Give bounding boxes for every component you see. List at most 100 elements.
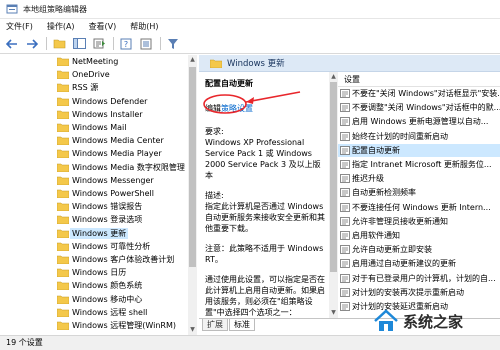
setting-row[interactable]: 配置自动更新 — [338, 143, 500, 157]
policy-setting-icon — [340, 103, 350, 113]
tree-item[interactable]: Windows 错误报告 — [0, 200, 196, 213]
setting-row[interactable]: 启用软件通知 — [338, 229, 500, 242]
tree-item[interactable]: Windows 日历 — [0, 266, 196, 279]
tree-item[interactable]: Windows 移动中心 — [0, 293, 196, 306]
settings-column-header[interactable]: 设置 — [338, 72, 500, 87]
menu-help[interactable]: 帮助(H) — [130, 21, 158, 32]
tree-item[interactable]: Windows Installer — [0, 108, 196, 121]
policy-setting-icon — [340, 188, 350, 198]
setting-row[interactable]: 对计划的安装再次提示重新启动 — [338, 286, 500, 299]
back-button[interactable] — [4, 36, 20, 52]
export-list-button[interactable] — [91, 36, 107, 52]
policy-setting-icon — [340, 117, 350, 127]
settings-list: 设置 不要在"关闭 Windows"对话框显示"安装... 不要调整"关闭 Win… — [338, 72, 500, 318]
setting-label: 对于有已登录用户的计算机，计划的自... — [352, 273, 496, 283]
svg-text:?: ? — [124, 40, 128, 49]
tree-item[interactable]: Windows Media Center — [0, 134, 196, 147]
policy-setting-icon — [340, 245, 350, 255]
tree-item-label: Windows Mail — [72, 123, 127, 132]
tree-item[interactable]: Windows 更新 — [0, 227, 196, 240]
tree-item[interactable]: Windows 颜色系统 — [0, 279, 196, 292]
tree-item[interactable]: Windows Media Player — [0, 147, 196, 160]
menu-file[interactable]: 文件(F) — [6, 21, 33, 32]
edit-policy-line: 编辑策略设置 — [205, 103, 329, 114]
description-scroll-thumb[interactable] — [330, 82, 337, 272]
tree-item[interactable]: Windows 可靠性分析 — [0, 240, 196, 253]
tree-item[interactable]: Windows 远程 shell — [0, 306, 196, 319]
tab-standard[interactable]: 标准 — [229, 319, 255, 331]
show-tree-icon — [72, 38, 86, 49]
setting-row[interactable]: 自动更新检测频率 — [338, 186, 500, 199]
policy-setting-icon — [340, 160, 350, 169]
setting-row[interactable]: 始终在计划的时间重新启动 — [338, 130, 500, 143]
setting-row[interactable]: 对于有已登录用户的计算机，计划的自... — [338, 272, 500, 285]
tree-item[interactable]: Windows Messenger — [0, 174, 196, 187]
window-title: 本地组策略编辑器 — [23, 4, 87, 14]
tree-item[interactable]: Windows Media 数字权限管理 — [0, 161, 196, 174]
forward-button[interactable] — [24, 36, 40, 52]
setting-label: 启用软件通知 — [352, 231, 400, 240]
setting-row[interactable]: 不要连接任何 Windows 更新 Intern... — [338, 201, 500, 214]
tree-item[interactable]: RSS 源 — [0, 81, 196, 94]
tree-item[interactable]: Windows Defender — [0, 95, 196, 108]
menu-action[interactable]: 操作(A) — [47, 21, 75, 32]
tree-item[interactable]: Windows 客户体验改善计划 — [0, 253, 196, 266]
show-tree-button[interactable] — [71, 36, 87, 52]
tree-item[interactable]: NetMeeting — [0, 55, 196, 68]
tree-item[interactable]: Windows 登录选项 — [0, 213, 196, 226]
filter-button[interactable] — [165, 36, 181, 52]
up-folder-icon — [53, 39, 65, 49]
help-button[interactable]: ? — [118, 36, 134, 52]
scroll-up-arrow-icon[interactable]: ▲ — [330, 73, 337, 81]
up-folder-button[interactable] — [51, 36, 67, 52]
tree-item-label: Windows Defender — [72, 96, 148, 106]
setting-row[interactable]: 不要调整"关闭 Windows"对话框中的默... — [338, 101, 500, 114]
folder-icon — [57, 136, 69, 146]
tree-item[interactable]: Windows PowerShell — [0, 187, 196, 200]
watermark-text: 系统之家 — [403, 312, 464, 331]
setting-row[interactable]: 启用通过自动更新建议的更新 — [338, 257, 500, 270]
scroll-up-arrow-icon[interactable]: ▲ — [189, 56, 196, 64]
folder-icon — [57, 189, 69, 198]
setting-label: 不要连接任何 Windows 更新 Intern... — [352, 202, 491, 212]
group-policy-app-icon — [6, 4, 18, 14]
setting-row[interactable]: 允许非管理员接收更新通知 — [338, 215, 500, 228]
edit-policy-link[interactable]: 策略设置 — [221, 104, 253, 113]
tree-item-label: Windows Media 数字权限管理 — [72, 162, 185, 172]
description-scrollbar[interactable]: ▲ ▼ — [329, 72, 338, 318]
scroll-down-arrow-icon[interactable]: ▼ — [189, 326, 196, 334]
properties-button[interactable] — [138, 36, 154, 52]
folder-icon — [57, 295, 69, 304]
tree-item[interactable]: OneDrive — [0, 68, 196, 81]
status-bar: 19 个设置 — [0, 335, 500, 350]
setting-row[interactable]: 启用 Windows 更新电源管理以自动... — [338, 115, 500, 128]
folder-icon — [57, 176, 69, 185]
folder-icon — [57, 57, 69, 66]
forward-arrow-icon — [27, 38, 38, 49]
policy-setting-icon — [340, 89, 350, 98]
menu-view[interactable]: 查看(V) — [89, 21, 117, 32]
setting-row[interactable]: 不要在"关闭 Windows"对话框显示"安装... — [338, 87, 500, 100]
tree-item[interactable]: Windows Mail — [0, 121, 196, 134]
house-logo-icon — [374, 309, 398, 331]
setting-label: 不要在"关闭 Windows"对话框显示"安装... — [352, 89, 500, 98]
title-bar: 本地组策略编辑器 — [0, 0, 500, 19]
tree-item-label: Windows Media Player — [72, 149, 162, 159]
setting-row[interactable]: 允许自动更新立即安装 — [338, 243, 500, 256]
setting-label: 自动更新检测频率 — [352, 188, 416, 198]
setting-row[interactable]: 推迟升级 — [338, 172, 500, 185]
tree-scrollbar[interactable]: ▲ ▼ — [188, 55, 197, 335]
setting-label: 对计划的安装再次提示重新启动 — [352, 287, 464, 297]
setting-label: 始终在计划的时间重新启动 — [352, 131, 448, 141]
scroll-down-arrow-icon[interactable]: ▼ — [330, 309, 337, 317]
tab-extended[interactable]: 扩展 — [202, 319, 228, 331]
folder-icon — [57, 163, 69, 172]
tree-item[interactable]: Windows 远程管理(WinRM) — [0, 319, 196, 332]
setting-row[interactable]: 指定 Intranet Microsoft 更新服务位... — [338, 158, 500, 171]
tree-item-label: Windows Messenger — [72, 175, 154, 185]
tree-item-label: OneDrive — [72, 70, 110, 80]
tree-scroll-thumb[interactable] — [189, 67, 196, 267]
folder-icon — [57, 123, 69, 132]
policy-setting-icon — [340, 174, 350, 184]
setting-title: 配置自动更新 — [205, 79, 253, 88]
